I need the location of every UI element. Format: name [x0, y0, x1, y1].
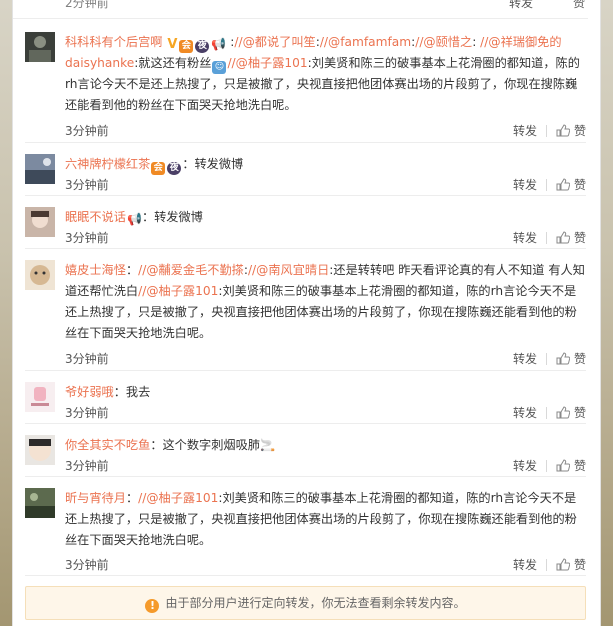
like-link[interactable]: 赞	[574, 457, 586, 474]
thumbs-up-icon[interactable]	[556, 231, 570, 244]
like-link[interactable]: 赞	[574, 229, 586, 246]
comment-meta: 3分钟前 转发 赞	[65, 122, 586, 140]
comment-body: 爷好弱哦：我去	[65, 382, 586, 403]
comment-meta: 3分钟前 转发 赞	[65, 350, 586, 368]
mention-link[interactable]: //@都说了叫笙	[234, 35, 315, 49]
user-name-link[interactable]: 眠眠不说话	[65, 210, 126, 224]
text-segment: ：转发微博	[182, 157, 244, 171]
text-segment: :	[472, 35, 481, 49]
vip-icon: V	[167, 37, 178, 52]
comment-time: 3分钟前	[65, 352, 109, 366]
thumbs-up-icon[interactable]	[556, 406, 570, 419]
comment-time: 3分钟前	[65, 558, 109, 572]
like-link[interactable]: 赞	[574, 122, 586, 139]
comment-body: 眠眠不说话📢：转发微博	[65, 207, 586, 228]
list-item: 爷好弱哦：我去 3分钟前 转发 赞	[25, 382, 586, 424]
thumbs-up-icon[interactable]	[556, 558, 570, 571]
avatar[interactable]	[25, 32, 55, 62]
comment-time: 3分钟前	[65, 124, 109, 138]
like-link[interactable]: 赞	[574, 350, 586, 367]
restricted-repost-notice: ! 由于部分用户进行定向转发，你无法查看剩余转发内容。	[25, 586, 586, 620]
comment-body: 你全其实不吃鱼：这个数字刺烟吸肺🚬	[65, 435, 586, 456]
text-segment: ：	[125, 491, 139, 505]
comment-body: 昕与宵待月：//@柚子露101:刘美贤和陈三的破事基本上花滑圈的都知道，陈的rh…	[65, 488, 586, 551]
comment-meta: 3分钟前 转发 赞	[65, 556, 586, 574]
comment-time: 2分钟前	[65, 0, 109, 10]
night-badge-icon: 夜	[195, 40, 210, 53]
repost-link[interactable]: 转发	[513, 350, 537, 367]
repost-link[interactable]: 转发	[509, 0, 533, 11]
comment-time: 3分钟前	[65, 459, 109, 473]
mention-link[interactable]: //@柚子露101	[138, 284, 218, 298]
thumbs-up-icon[interactable]	[556, 124, 570, 137]
comment-body: 嬉皮士海怪：//@黼爱金毛不勤搽://@南风宜晴日:还是转转吧 昨天看评论真的有…	[65, 260, 586, 344]
previous-comment-tail: 2分钟前 转发 赞	[13, 0, 588, 19]
user-name-link[interactable]: 科科科有个后宫啊	[65, 35, 163, 49]
member-badge-icon: 会	[179, 40, 194, 53]
repost-link[interactable]: 转发	[513, 404, 537, 421]
horn-icon: 📢	[126, 212, 142, 226]
mention-link[interactable]: //@famfamfam	[320, 35, 411, 49]
list-item: 昕与宵待月：//@柚子露101:刘美贤和陈三的破事基本上花滑圈的都知道，陈的rh…	[25, 488, 586, 576]
like-link[interactable]: 赞	[573, 0, 585, 11]
avatar[interactable]	[25, 260, 55, 290]
avatar[interactable]	[25, 435, 55, 465]
text-segment: ：我去	[113, 385, 151, 399]
notice-text: 由于部分用户进行定向转发，你无法查看剩余转发内容。	[165, 596, 466, 610]
list-item: 你全其实不吃鱼：这个数字刺烟吸肺🚬 3分钟前 转发 赞	[25, 435, 586, 477]
avatar[interactable]	[25, 207, 55, 237]
comment-body: 科科科有个后宫啊 V 会夜 📢 ://@都说了叫笙://@famfamfam://@…	[65, 32, 586, 116]
text-segment: ：转发微博	[141, 210, 203, 224]
user-name-link[interactable]: 爷好弱哦	[65, 385, 114, 399]
like-link[interactable]: 赞	[574, 404, 586, 421]
mention-link[interactable]: //@南风宜晴日	[248, 263, 329, 277]
comment-time: 3分钟前	[65, 406, 109, 420]
list-item: 科科科有个后宫啊 V 会夜 📢 ://@都说了叫笙://@famfamfam://@…	[25, 32, 586, 143]
user-name-link[interactable]: 六神牌柠檬红茶	[65, 157, 150, 171]
repost-link[interactable]: 转发	[513, 176, 537, 193]
repost-link[interactable]: 转发	[513, 556, 537, 573]
user-name-link[interactable]: 昕与宵待月	[65, 491, 126, 505]
emoji-icon: ☺	[212, 61, 227, 74]
thumbs-up-icon[interactable]	[556, 352, 570, 365]
warning-icon: !	[145, 599, 160, 613]
horn-icon: 📢	[211, 37, 227, 51]
text-segment: ：	[125, 263, 139, 277]
avatar[interactable]	[25, 488, 55, 518]
comment-meta: 3分钟前 转发 赞	[65, 404, 586, 422]
thumbs-up-icon[interactable]	[556, 178, 570, 191]
like-link[interactable]: 赞	[574, 176, 586, 193]
comment-meta: 3分钟前 转发 赞	[65, 176, 586, 194]
text-segment: :就这还有粉丝	[134, 56, 212, 70]
mention-link[interactable]: //@柚子露101	[227, 56, 307, 70]
list-item: 眠眠不说话📢：转发微博 3分钟前 转发 赞	[25, 207, 586, 249]
thumbs-up-icon[interactable]	[556, 459, 570, 472]
user-name-link[interactable]: 嬉皮士海怪	[65, 263, 126, 277]
night-badge-icon: 夜	[167, 162, 182, 175]
repost-link[interactable]: 转发	[513, 122, 537, 139]
like-link[interactable]: 赞	[574, 556, 586, 573]
list-item: 六神牌柠檬红茶会夜：转发微博 3分钟前 转发 赞	[25, 154, 586, 196]
comment-time: 3分钟前	[65, 178, 109, 192]
mention-link[interactable]: //@颐惜之	[415, 35, 472, 49]
text-segment: ：这个数字刺烟吸肺	[150, 438, 260, 452]
repost-list-panel: 2分钟前 转发 赞 科科科有个后宫啊 V 会夜 📢 ://@都说了叫笙://@fam…	[12, 0, 601, 626]
member-badge-icon: 会	[151, 162, 166, 175]
comment-meta: 3分钟前 转发 赞	[65, 457, 586, 475]
repost-link[interactable]: 转发	[513, 457, 537, 474]
avatar[interactable]	[25, 154, 55, 184]
emoji-icon: 🚬	[260, 438, 276, 452]
list-item: 嬉皮士海怪：//@黼爱金毛不勤搽://@南风宜晴日:还是转转吧 昨天看评论真的有…	[25, 260, 586, 371]
comment-body: 六神牌柠檬红茶会夜：转发微博	[65, 154, 586, 175]
comment-meta: 3分钟前 转发 赞	[65, 229, 586, 247]
mention-link[interactable]: //@黼爱金毛不勤搽	[138, 263, 244, 277]
avatar[interactable]	[25, 382, 55, 412]
repost-link[interactable]: 转发	[513, 229, 537, 246]
user-name-link[interactable]: 你全其实不吃鱼	[65, 438, 150, 452]
comment-time: 3分钟前	[65, 231, 109, 245]
mention-link[interactable]: //@柚子露101	[138, 491, 218, 505]
